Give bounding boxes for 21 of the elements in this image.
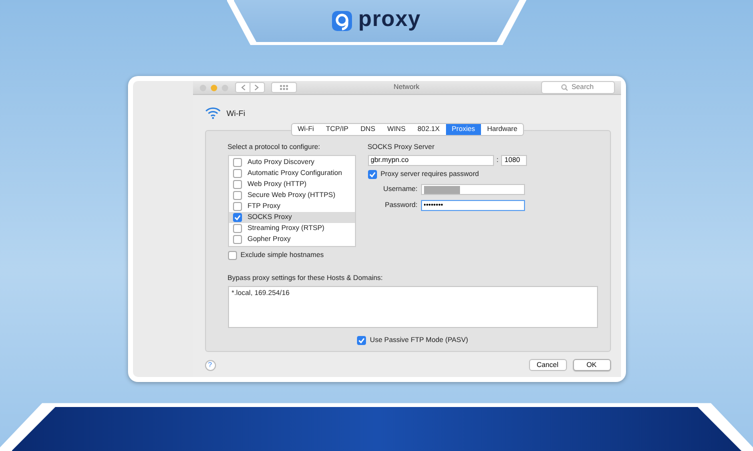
checkbox[interactable] (232, 202, 242, 212)
checkbox[interactable] (232, 224, 242, 234)
checkbox[interactable] (356, 336, 366, 346)
grid-icon[interactable] (270, 82, 296, 94)
checkbox[interactable] (232, 191, 242, 200)
checkbox[interactable] (368, 170, 376, 180)
window-controls-icon[interactable] (198, 84, 228, 92)
checkbox[interactable] (232, 158, 242, 168)
checkbox[interactable] (232, 169, 242, 178)
brand-name: proxy (358, 6, 421, 32)
checkbox[interactable] (228, 251, 236, 260)
checkbox[interactable] (232, 180, 242, 190)
checkbox[interactable] (232, 213, 242, 222)
interface-name: Wi-Fi (226, 108, 246, 118)
back-forward-icon[interactable] (234, 82, 264, 94)
redacted-text (424, 186, 460, 194)
search-icon (560, 84, 568, 92)
logo-icon (332, 11, 352, 31)
username-field[interactable] (420, 184, 524, 196)
checkbox[interactable] (232, 235, 242, 244)
wifi-icon (204, 107, 220, 120)
